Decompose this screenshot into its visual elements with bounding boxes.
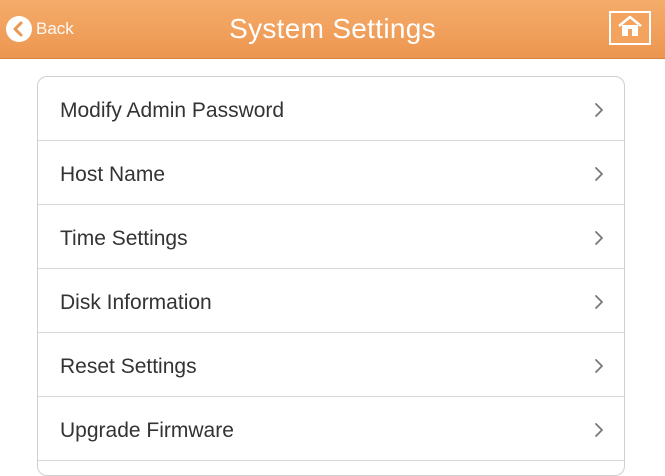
menu-item-upgrade-firmware[interactable]: Upgrade Firmware (38, 397, 624, 461)
menu-item-modify-admin-password[interactable]: Modify Admin Password (38, 77, 624, 141)
chevron-right-icon (595, 103, 603, 117)
chevron-right-icon (595, 423, 603, 437)
chevron-right-icon (595, 295, 603, 309)
menu-item-host-name[interactable]: Host Name (38, 141, 624, 205)
menu-item-label: Reset Settings (60, 355, 197, 378)
settings-menu: Modify Admin Password Host Name Time Set… (37, 76, 625, 476)
menu-item-time-settings[interactable]: Time Settings (38, 205, 624, 269)
menu-item-label: Modify Admin Password (60, 99, 285, 122)
chevron-right-icon (595, 359, 603, 373)
menu-item-disk-information[interactable]: Disk Information (38, 269, 624, 333)
menu-item-label: Time Settings (60, 227, 188, 250)
chevron-right-icon (595, 231, 603, 245)
header-bar: Back System Settings (0, 0, 665, 59)
menu-item-label: Upgrade Firmware (60, 419, 234, 442)
menu-item-label: Host Name (60, 163, 166, 186)
menu-item-label: Disk Information (60, 291, 212, 314)
chevron-right-icon (595, 167, 603, 181)
home-button[interactable] (609, 11, 651, 45)
page-title: System Settings (229, 13, 436, 44)
menu-item-reset-settings[interactable]: Reset Settings (38, 333, 624, 397)
home-icon (617, 15, 643, 42)
